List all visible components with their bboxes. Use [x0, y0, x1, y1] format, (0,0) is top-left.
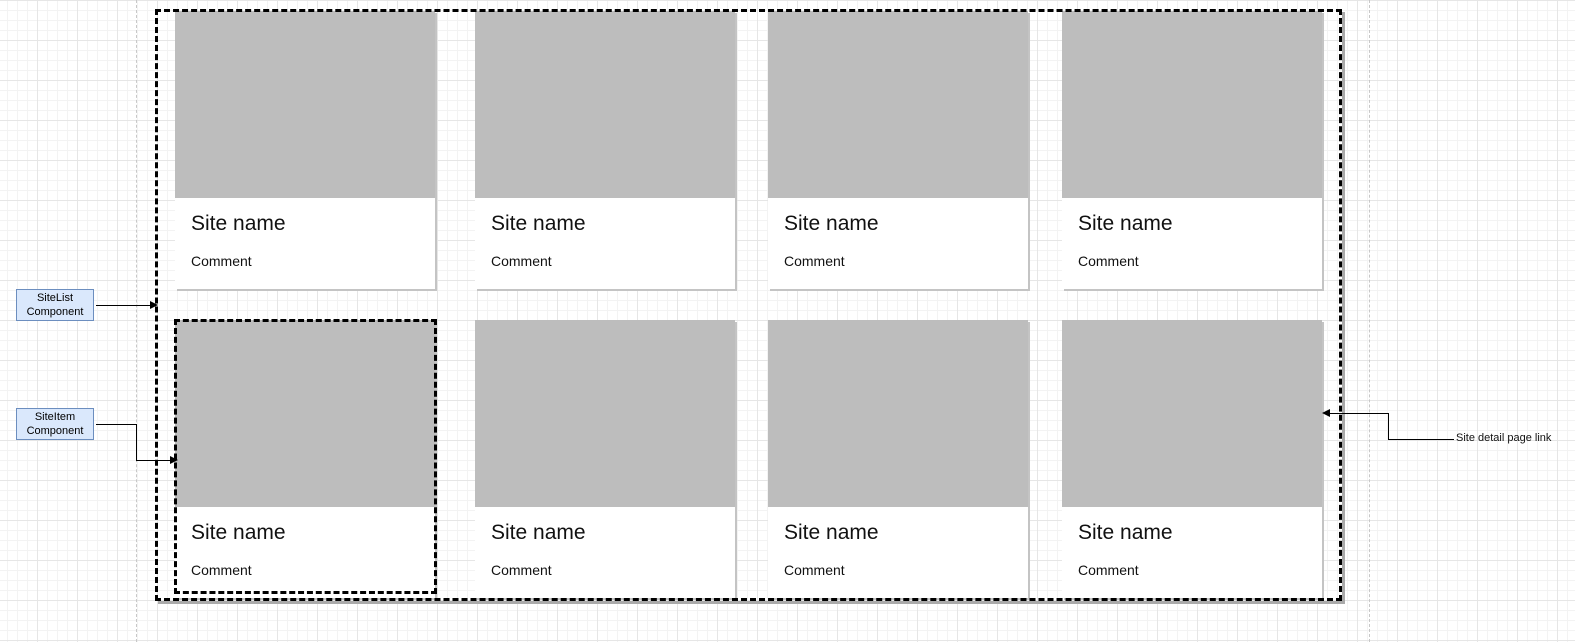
label-line: Component — [26, 425, 84, 437]
arrow-head-icon — [1322, 409, 1330, 417]
site-detail-link-label: Site detail page link — [1456, 432, 1552, 444]
label-line: SiteList — [36, 292, 74, 304]
siteitem-component-label[interactable]: SiteItem Component — [16, 408, 94, 440]
label-line: Component — [26, 306, 84, 318]
page-boundary — [136, 0, 137, 642]
page-boundary — [1369, 0, 1370, 642]
connector — [1388, 439, 1454, 440]
label-line: SiteItem — [34, 411, 76, 423]
connector — [1388, 413, 1389, 439]
connector — [136, 424, 137, 460]
connector — [96, 305, 152, 306]
arrow-head-icon — [150, 301, 158, 309]
connector — [1330, 413, 1388, 414]
connector — [136, 460, 172, 461]
sitelist-component-label[interactable]: SiteList Component — [16, 289, 94, 321]
siteitem-highlight[interactable] — [174, 319, 437, 594]
connector — [96, 424, 136, 425]
arrow-head-icon — [170, 456, 178, 464]
